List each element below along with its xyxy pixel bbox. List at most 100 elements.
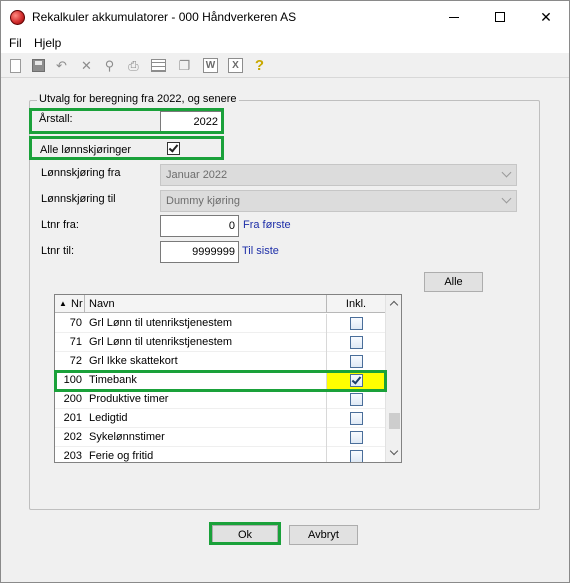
run-to-value: Dummy kjøring (166, 195, 240, 207)
minimize-button[interactable] (431, 1, 477, 33)
column-navn[interactable]: Navn (85, 295, 327, 313)
column-nr-label: Nr (71, 298, 83, 310)
row-inkl-checkbox[interactable] (350, 412, 363, 425)
table-row[interactable]: 202 Sykelønnstimer (55, 428, 385, 447)
row-nr: 71 (69, 336, 82, 348)
row-nr: 72 (69, 355, 82, 367)
row-inkl-checkbox[interactable] (350, 393, 363, 406)
row-navn: Produktive timer (89, 393, 169, 405)
column-nr[interactable]: ▲ Nr (55, 295, 85, 313)
row-navn: Grl Lønn til utenrikstjenestem (89, 317, 233, 329)
maximize-icon (495, 12, 505, 22)
ltnr-to-link[interactable]: Til siste (242, 245, 279, 257)
table-row[interactable]: 72 Grl Ikke skattekort (55, 352, 385, 371)
scroll-down-icon[interactable] (389, 446, 399, 456)
column-inkl[interactable]: Inkl. (327, 295, 386, 313)
cancel-button[interactable]: Avbryt (289, 525, 358, 545)
row-navn: Grl Lønn til utenrikstjenestem (89, 336, 233, 348)
row-nr: 200 (63, 393, 82, 405)
table-row[interactable]: 100 Timebank (55, 371, 386, 390)
chevron-down-icon (501, 193, 512, 204)
row-nr: 203 (63, 450, 82, 462)
menu-file[interactable]: Fil (9, 36, 22, 50)
title-bar: Rekalkuler akkumulatorer - 000 Håndverke… (1, 1, 569, 33)
year-label: Årstall: (39, 113, 73, 125)
ltnr-to-label: Ltnr til: (41, 245, 75, 257)
row-inkl-cell (326, 428, 386, 447)
table-row[interactable]: 71 Grl Lønn til utenrikstjenestem (55, 333, 385, 352)
excel-icon[interactable]: X (227, 57, 244, 74)
all-runs-label: Alle lønnskjøringer (40, 144, 132, 156)
table-row[interactable]: 200 Produktive timer (55, 390, 385, 409)
ltnr-from-label: Ltnr fra: (41, 219, 79, 231)
help-icon[interactable]: ? (251, 57, 268, 74)
row-navn: Ferie og fritid (89, 450, 154, 462)
menu-help[interactable]: Hjelp (34, 36, 61, 50)
table-row[interactable]: 201 Ledigtid (55, 409, 385, 428)
close-button[interactable]: ✕ (523, 1, 569, 33)
row-navn: Timebank (89, 374, 137, 386)
row-inkl-cell (326, 447, 386, 462)
ltnr-from-link[interactable]: Fra første (243, 219, 291, 231)
word-icon[interactable]: W (202, 57, 219, 74)
run-from-value: Januar 2022 (166, 169, 228, 181)
row-inkl-checkbox[interactable] (350, 431, 363, 444)
run-to-label: Lønnskjøring til (41, 193, 116, 205)
window-title: Rekalkuler akkumulatorer - 000 Håndverke… (32, 10, 297, 24)
sort-ascending-icon: ▲ (59, 299, 67, 308)
grid-scrollbar[interactable] (385, 295, 401, 462)
grid-header: ▲ Nr Navn Inkl. (55, 295, 386, 313)
all-button[interactable]: Alle (424, 272, 483, 292)
table-row[interactable]: 70 Grl Lønn til utenrikstjenestem (55, 314, 385, 333)
app-icon (10, 10, 25, 25)
chevron-down-icon (501, 167, 512, 178)
row-inkl-checkbox[interactable] (350, 336, 363, 349)
all-runs-checkbox[interactable] (167, 142, 180, 155)
row-inkl-checkbox[interactable] (350, 450, 363, 462)
find-icon[interactable]: ⚲ (101, 57, 118, 74)
row-inkl-checkbox[interactable] (350, 374, 363, 387)
account-grid: ▲ Nr Navn Inkl. 70 Grl Lønn til utenrikst… (54, 294, 402, 463)
scroll-up-icon[interactable] (389, 300, 399, 310)
run-to-select[interactable]: Dummy kjøring (160, 190, 517, 212)
row-nr: 201 (63, 412, 82, 424)
undo-icon[interactable]: ↶ (53, 57, 70, 74)
menu-bar: Fil Hjelp (1, 33, 569, 53)
delete-icon[interactable]: ✕ (78, 57, 95, 74)
row-inkl-cell (326, 371, 386, 390)
checkmark-icon (351, 374, 362, 385)
new-document-icon[interactable] (7, 57, 24, 74)
row-inkl-cell (326, 333, 386, 352)
row-inkl-cell (326, 352, 386, 371)
minimize-icon (449, 16, 459, 18)
ltnr-from-input[interactable]: 0 (160, 215, 239, 237)
ltnr-to-input[interactable]: 9999999 (160, 241, 239, 263)
run-from-label: Lønnskjøring fra (41, 167, 121, 179)
row-nr: 70 (69, 317, 82, 329)
scroll-thumb[interactable] (389, 413, 400, 429)
row-inkl-cell (326, 390, 386, 409)
row-inkl-checkbox[interactable] (350, 355, 363, 368)
run-from-select[interactable]: Januar 2022 (160, 164, 517, 186)
toolbar: ↶ ✕ ⚲ ⎙ ❐ W X ? (1, 54, 569, 78)
row-inkl-checkbox[interactable] (350, 317, 363, 330)
row-nr: 202 (63, 431, 82, 443)
grid-icon[interactable] (150, 57, 167, 74)
maximize-button[interactable] (477, 1, 523, 33)
table-row[interactable]: 203 Ferie og fritid (55, 447, 386, 462)
row-inkl-cell (326, 409, 386, 428)
dialog-window: Rekalkuler akkumulatorer - 000 Håndverke… (0, 0, 570, 583)
save-icon[interactable] (30, 57, 47, 74)
copy-icon[interactable]: ❐ (176, 57, 193, 74)
print-icon[interactable]: ⎙ (125, 57, 142, 74)
row-navn: Grl Ikke skattekort (89, 355, 178, 367)
close-icon: ✕ (540, 8, 552, 25)
row-nr: 100 (63, 374, 82, 386)
group-title: Utvalg for beregning fra 2022, og senere (37, 93, 239, 105)
row-inkl-cell (326, 314, 386, 333)
year-input[interactable]: 2022 (160, 111, 222, 133)
ok-button[interactable]: Ok (212, 525, 278, 545)
row-navn: Ledigtid (89, 412, 128, 424)
row-navn: Sykelønnstimer (89, 431, 165, 443)
checkmark-icon (168, 142, 179, 153)
